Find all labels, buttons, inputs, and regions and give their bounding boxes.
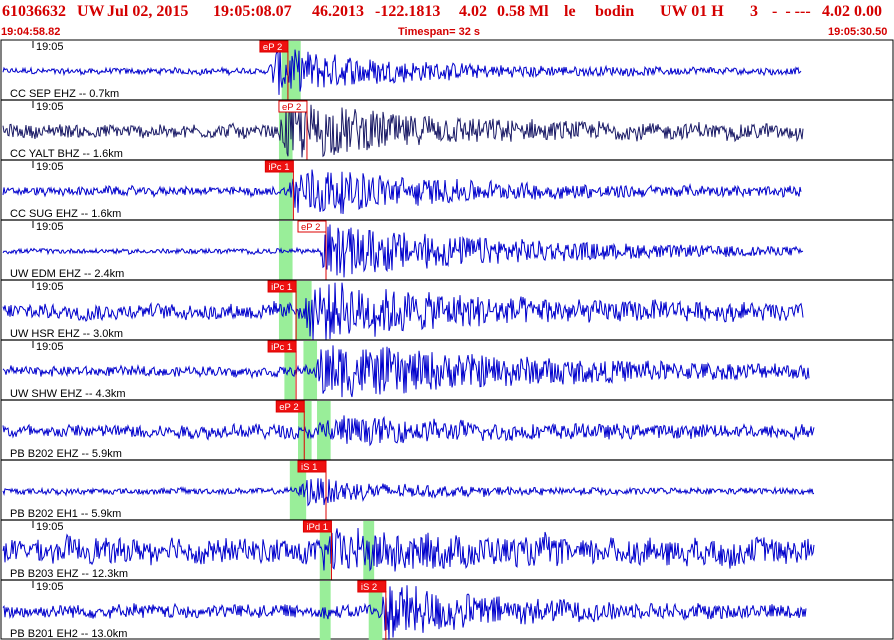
waveform <box>2 45 802 95</box>
time-tick-label: 19:05 <box>36 101 64 113</box>
time-tick-label: 19:05 <box>36 281 64 293</box>
trace-row: PB B202 EHZ -- 5.9km eP 2 <box>1 399 893 460</box>
trace-row: 19:05 PB B201 EH2 -- 13.0km iS 2 <box>1 579 893 640</box>
waveform <box>2 478 815 507</box>
trace-row: 19:05 PB B203 EHZ -- 12.3km iPd 1 <box>1 519 893 580</box>
trace-row: 19:05 UW EDM EHZ -- 2.4km eP 2 <box>1 219 893 280</box>
station-label: PB B201 EH2 -- 13.0km <box>10 628 127 640</box>
time-tick-label: 19:05 <box>36 161 64 173</box>
pick-label: eP 2 <box>279 402 298 413</box>
time-tick-label: 19:05 <box>36 341 64 353</box>
seismogram-plot: 19:05CC SEP EHZ -- 0.7kmeP 219:05CC YALT… <box>0 39 894 640</box>
waveform <box>2 415 815 447</box>
station-label: UW SHW EHZ -- 4.3km <box>10 388 126 400</box>
trace-row: 19:05 CC SUG EHZ -- 1.6km iPc 1 <box>1 159 893 220</box>
pick-label: iS 2 <box>361 582 377 593</box>
trace-row: 19:05 UW SHW EHZ -- 4.3km iPc 1 <box>1 339 893 400</box>
waveform <box>2 102 804 158</box>
trace-row: 19:05 CC SEP EHZ -- 0.7km eP 2 <box>2 40 802 100</box>
pick-label: eP 2 <box>263 42 282 53</box>
trace-row: 19:05 CC YALT BHZ -- 1.6km eP 2 <box>1 99 893 160</box>
time-tick-label: 19:05 <box>36 521 64 533</box>
pick-label: iPc 1 <box>271 342 292 353</box>
pick-label: iPc 1 <box>271 282 292 293</box>
pick-label: iS 1 <box>301 462 317 473</box>
trace-row: 19:05 UW HSR EHZ -- 3.0km iPc 1 <box>1 279 893 340</box>
pick-label: iPc 1 <box>268 162 289 173</box>
station-label: CC YALT BHZ -- 1.6km <box>10 148 123 160</box>
station-label: PB B203 EHZ -- 12.3km <box>10 568 128 580</box>
station-label: PB B202 EH1 -- 5.9km <box>10 508 121 520</box>
station-label: CC SUG EHZ -- 1.6km <box>10 208 121 220</box>
pick-label: eP 2 <box>282 102 301 113</box>
station-label: PB B202 EHZ -- 5.9km <box>10 448 122 460</box>
pick-label: iPd 1 <box>306 522 328 533</box>
station-label: UW HSR EHZ -- 3.0km <box>10 328 123 340</box>
time-tick-label: 19:05 <box>36 221 64 233</box>
time-tick-label: 19:05 <box>36 581 64 593</box>
trace-row: PB B202 EH1 -- 5.9km iS 1 <box>1 459 893 520</box>
station-label: UW EDM EHZ -- 2.4km <box>10 268 124 280</box>
waveform <box>2 527 815 572</box>
station-label: CC SEP EHZ -- 0.7km <box>10 88 119 100</box>
waveform <box>2 169 802 215</box>
time-tick-label: 19:05 <box>36 41 64 53</box>
pick-label: eP 2 <box>301 222 320 233</box>
